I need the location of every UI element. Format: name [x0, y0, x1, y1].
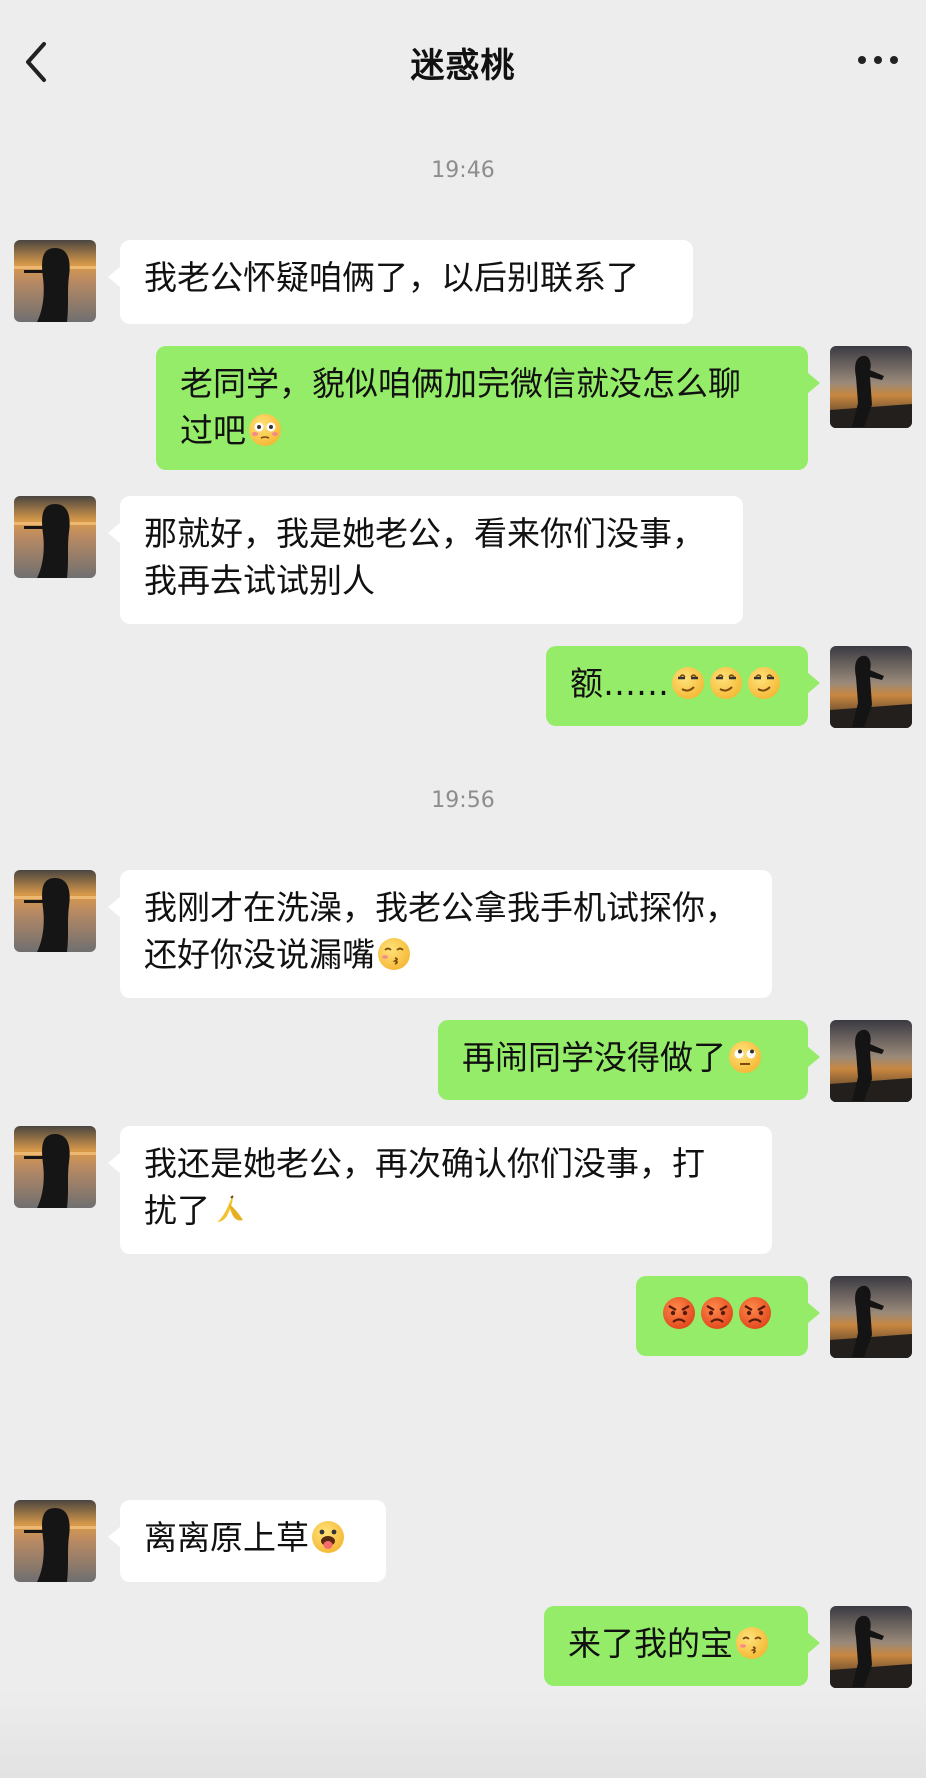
message-text: 再闹同学没得做了: [462, 1038, 726, 1077]
smirk-emoji-icon: [670, 665, 706, 701]
tongue-out-emoji-icon: [310, 1519, 346, 1555]
banana-emoji-icon: [211, 1192, 247, 1228]
message-bubble-incoming[interactable]: 我刚才在洗澡，我老公拿我手机试探你， 还好你没说漏嘴: [108, 870, 772, 998]
my-avatar[interactable]: [830, 346, 912, 428]
kiss-emoji-icon: [734, 1625, 770, 1661]
chat-header: 迷惑桃: [0, 0, 926, 120]
my-avatar[interactable]: [830, 1606, 912, 1688]
message-bubble-incoming[interactable]: 离离原上草: [108, 1500, 386, 1582]
message-bubble-incoming[interactable]: 我老公怀疑咱俩了，以后别联系了: [108, 240, 693, 324]
smirk-emoji-icon: [708, 665, 744, 701]
message-text: 老同学，貌似咱俩加完微信就没怎么聊: [180, 364, 741, 403]
message-text: 额……: [570, 664, 669, 703]
angry-face-emoji-icon: [699, 1295, 735, 1331]
message-bubble-incoming[interactable]: 那就好，我是她老公，看来你们没事， 我再去试试别人: [108, 496, 743, 624]
message-bubble-outgoing[interactable]: 额……: [546, 646, 820, 726]
message-bubble-outgoing[interactable]: [636, 1276, 820, 1356]
contact-avatar[interactable]: [14, 870, 96, 952]
bottom-fade: [0, 1690, 926, 1778]
message-text-line2: 我再去试试别人: [144, 561, 375, 600]
message-text-line2: 扰了: [144, 1191, 210, 1230]
message-text-line2: 过吧: [180, 411, 246, 450]
timestamp: 19:56: [431, 788, 495, 813]
my-avatar[interactable]: [830, 646, 912, 728]
contact-avatar[interactable]: [14, 240, 96, 322]
message-bubble-outgoing[interactable]: 来了我的宝: [544, 1606, 820, 1686]
eye-roll-emoji-icon: [727, 1039, 763, 1075]
contact-avatar[interactable]: [14, 496, 96, 578]
message-text-line2: 还好你没说漏嘴: [144, 935, 375, 974]
message-text: 离离原上草: [144, 1518, 309, 1557]
smirk-emoji-icon: [746, 665, 782, 701]
message-text: 我刚才在洗澡，我老公拿我手机试探你，: [144, 888, 738, 927]
message-bubble-outgoing[interactable]: 再闹同学没得做了: [438, 1020, 820, 1100]
message-text: 那就好，我是她老公，看来你们没事，: [144, 514, 705, 553]
flushed-emoji-icon: [247, 412, 283, 448]
message-text: 来了我的宝: [568, 1624, 733, 1663]
contact-avatar[interactable]: [14, 1500, 96, 1582]
message-bubble-outgoing[interactable]: 老同学，貌似咱俩加完微信就没怎么聊 过吧: [156, 346, 820, 470]
message-bubble-incoming[interactable]: 我还是她老公，再次确认你们没事，打 扰了: [108, 1126, 772, 1254]
contact-avatar[interactable]: [14, 1126, 96, 1208]
chat-title: 迷惑桃: [410, 46, 516, 86]
message-text: 我老公怀疑咱俩了，以后别联系了: [144, 258, 639, 297]
more-options-icon[interactable]: [850, 38, 906, 82]
message-text: 我还是她老公，再次确认你们没事，打: [144, 1144, 705, 1183]
kiss-emoji-icon: [376, 936, 412, 972]
my-avatar[interactable]: [830, 1020, 912, 1102]
angry-face-emoji-icon: [661, 1295, 697, 1331]
angry-face-emoji-icon: [737, 1295, 773, 1331]
my-avatar[interactable]: [830, 1276, 912, 1358]
timestamp: 19:46: [431, 158, 495, 183]
